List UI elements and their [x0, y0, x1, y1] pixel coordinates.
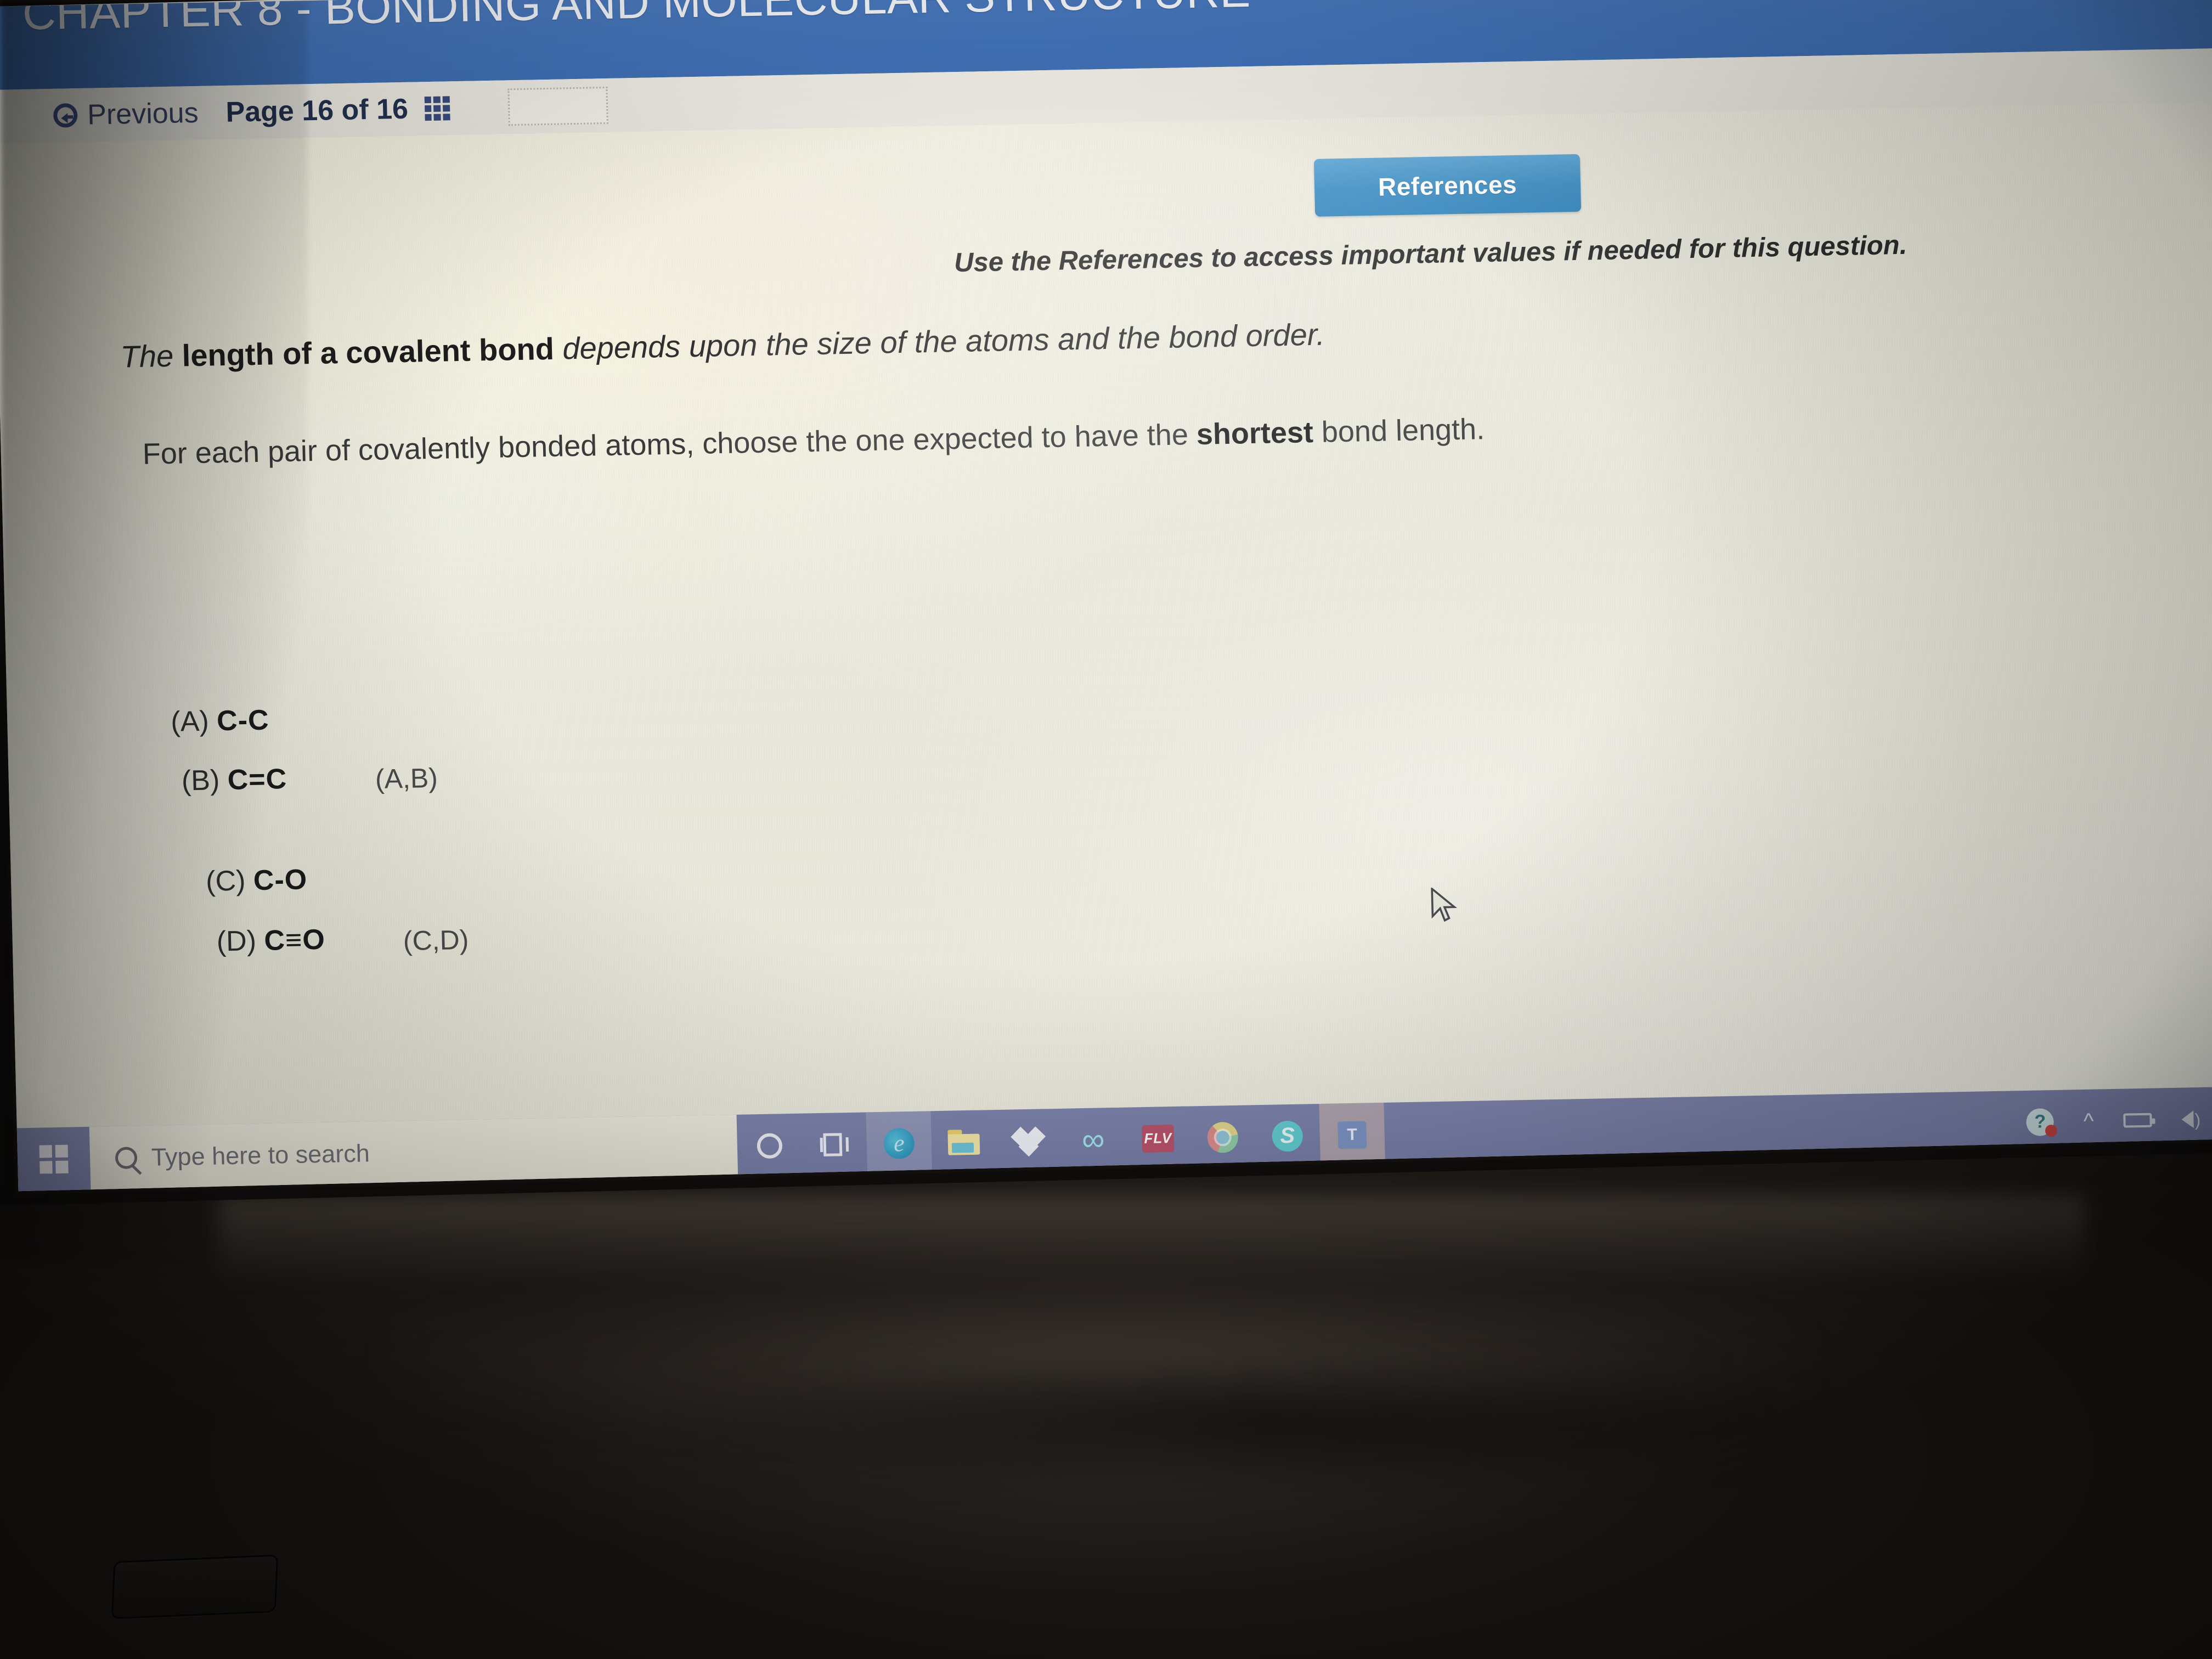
speaker-icon[interactable] — [2181, 1110, 2194, 1128]
previous-button-label: Previous — [87, 97, 199, 131]
question-instruction: For each pair of covalently bonded atoms… — [142, 412, 1485, 471]
references-hint-text: Use the References to access important v… — [953, 230, 1908, 278]
option-a[interactable]: (A) C-C — [171, 704, 270, 738]
laptop-body-edge-highlight — [219, 1196, 2085, 1284]
instruction-prefix: For each pair of covalently bonded atoms… — [142, 417, 1197, 471]
skype-icon[interactable]: S — [1254, 1104, 1321, 1168]
stem-suffix: depends upon the size of the atoms and t… — [554, 317, 1325, 366]
instruction-bold: shortest — [1196, 416, 1314, 451]
keyboard-key — [111, 1554, 279, 1620]
option-d[interactable]: (D) C≡O — [216, 923, 325, 958]
pair-label-cd: (C,D) — [403, 924, 469, 957]
laptop-lip-shadow — [658, 1372, 1865, 1492]
file-explorer-icon[interactable] — [930, 1110, 997, 1174]
pair-label-ab: (A,B) — [375, 762, 438, 795]
page-indicator: Page 16 of 16 — [225, 93, 409, 128]
option-b-formula: C=C — [227, 763, 287, 797]
task-view-icon[interactable] — [802, 1112, 868, 1176]
flv-player-icon[interactable]: FLV — [1125, 1106, 1191, 1170]
option-d-formula: C≡O — [263, 923, 326, 957]
battery-icon[interactable] — [2123, 1113, 2152, 1128]
stem-bold: length of a covalent bond — [181, 331, 555, 373]
dropbox-icon[interactable] — [995, 1109, 1062, 1173]
mouse-pointer-icon — [1431, 887, 1457, 922]
option-c[interactable]: (C) C-O — [206, 863, 308, 898]
start-button[interactable] — [16, 1126, 91, 1192]
option-b[interactable]: (B) C=C — [181, 763, 287, 798]
grid-menu-icon[interactable] — [424, 96, 450, 121]
question-stem: The length of a covalent bond depends up… — [120, 317, 1325, 375]
option-a-formula: C-C — [216, 704, 270, 737]
chrome-icon[interactable] — [1189, 1105, 1256, 1169]
references-button[interactable]: References — [1313, 154, 1582, 217]
cortana-icon[interactable] — [737, 1114, 803, 1178]
stem-prefix: The — [120, 338, 183, 374]
chevron-up-icon[interactable]: ^ — [2083, 1109, 2094, 1133]
page-jump-input[interactable] — [507, 86, 608, 126]
previous-arrow-icon — [53, 103, 78, 128]
option-a-key: (A) — [170, 705, 210, 738]
edge-icon[interactable] — [866, 1111, 933, 1176]
search-icon — [115, 1146, 138, 1169]
references-button-label: References — [1378, 170, 1517, 201]
laptop-screen-assembly: CHAPTER 8 - BONDING AND MOLECULAR STRUCT… — [0, 0, 2212, 1206]
screen: CHAPTER 8 - BONDING AND MOLECULAR STRUCT… — [0, 0, 2212, 1192]
option-d-key: (D) — [216, 925, 257, 958]
previous-button[interactable]: Previous — [53, 97, 199, 132]
active-app-icon[interactable]: T — [1319, 1102, 1386, 1167]
infinity-icon[interactable]: ∞ — [1060, 1108, 1126, 1172]
option-c-formula: C-O — [253, 864, 308, 897]
question-content: References Use the References to access … — [0, 101, 2212, 1128]
option-b-key: (B) — [181, 764, 220, 797]
help-icon[interactable] — [2026, 1108, 2055, 1136]
option-c-key: (C) — [205, 865, 246, 898]
windows-logo-icon — [39, 1144, 69, 1174]
instruction-suffix: bond length. — [1313, 413, 1485, 449]
page-title: CHAPTER 8 - BONDING AND MOLECULAR STRUCT… — [21, 0, 1251, 40]
laptop-photo: CHAPTER 8 - BONDING AND MOLECULAR STRUCT… — [0, 0, 2212, 1659]
search-input-placeholder: Type here to search — [151, 1138, 370, 1171]
